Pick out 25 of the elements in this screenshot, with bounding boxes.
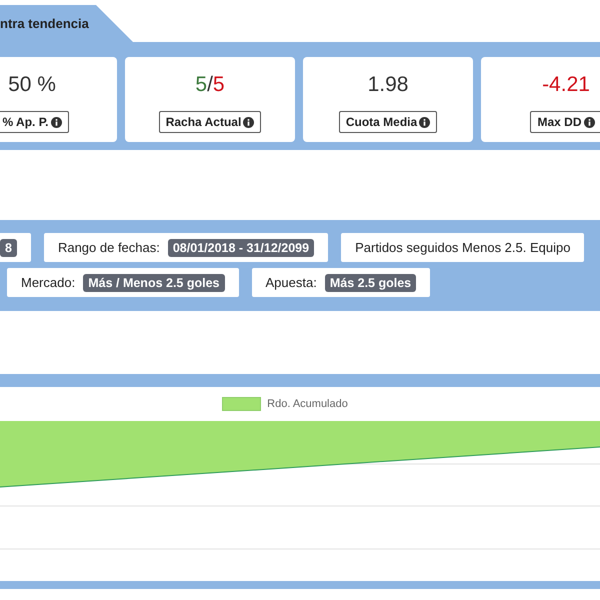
stat-value: 50 % [8, 73, 56, 96]
info-button[interactable]: Cuota Media [338, 111, 438, 133]
filter-value: 08/01/2018 - 31/12/2099 [168, 238, 314, 256]
legend-swatch [222, 397, 262, 411]
filter-value: Más / Menos 2.5 goles [83, 274, 224, 292]
stat-value: -4.21 [542, 73, 590, 96]
info-button[interactable]: Max DD [530, 111, 600, 133]
filter-value: 8 [0, 238, 17, 256]
stat-value: 5 [195, 73, 208, 96]
info-icon [243, 116, 254, 128]
info-icon [419, 116, 430, 128]
stat-value: / [207, 73, 213, 96]
filter-label: Partidos seguidos Menos 2.5. Equipo [355, 240, 570, 255]
filter-label: Rango de fechas: [58, 240, 160, 255]
filter-label: Apuesta: [266, 275, 317, 290]
filter-value: Más 2.5 goles [324, 274, 416, 292]
stat-value: 1.98 [368, 73, 408, 96]
tab[interactable]: ntra tendencia [0, 5, 133, 42]
info-button[interactable]: % Ap. P. [0, 111, 68, 133]
info-icon [50, 116, 62, 128]
filter-label: Mercado: [21, 275, 76, 290]
legend-label: Rdo. Acumulado [267, 398, 348, 410]
info-button[interactable]: Racha Actual [158, 111, 262, 133]
info-icon [584, 116, 594, 128]
stat-value: 5 [212, 73, 225, 96]
